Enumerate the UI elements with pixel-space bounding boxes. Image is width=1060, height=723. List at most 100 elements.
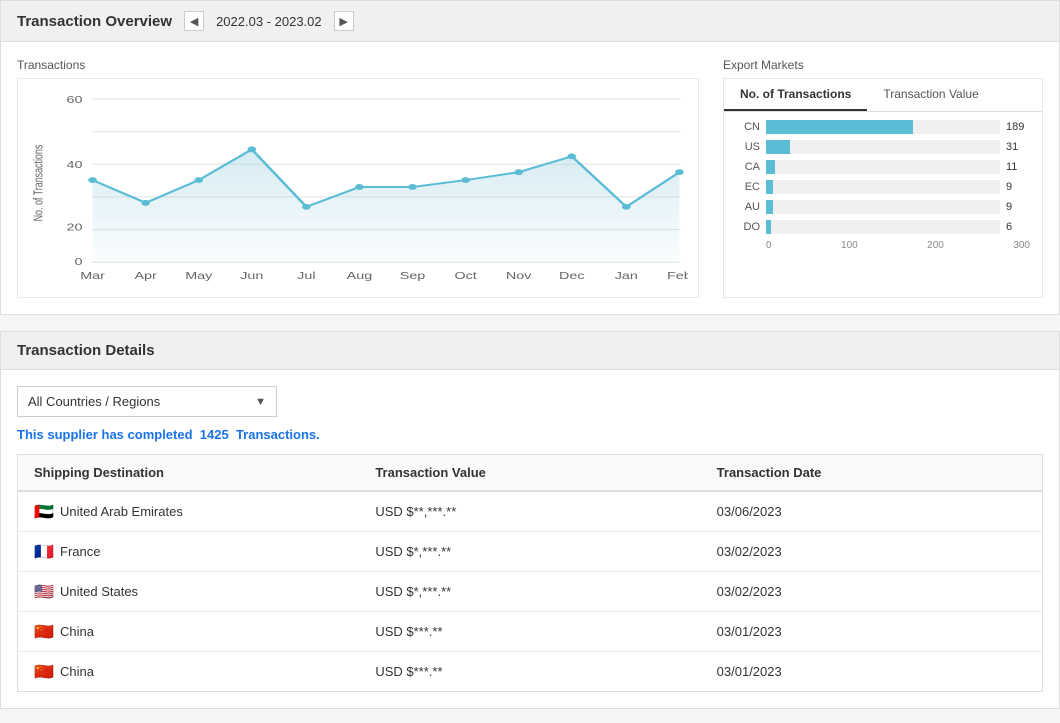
table-row: 🇨🇳 China USD $***.** 03/01/2023 [18, 612, 1042, 652]
table-header-row: Shipping Destination Transaction Value T… [18, 455, 1042, 492]
bar-row: US 31 [736, 140, 1030, 154]
table-cell-value: USD $*,***.** [359, 572, 700, 611]
table-row: 🇫🇷 France USD $*,***.** 03/02/2023 [18, 532, 1042, 572]
table-cell-destination: 🇨🇳 China [18, 612, 359, 651]
svg-text:Dec: Dec [559, 270, 584, 281]
bar-fill [766, 180, 773, 194]
supplier-info-prefix: This supplier has completed [17, 427, 193, 442]
bar-country-label: CN [736, 121, 760, 133]
col-header-date: Transaction Date [701, 455, 1042, 490]
table-cell-date: 03/06/2023 [701, 492, 1042, 531]
line-chart-svg: 60 40 20 0 No. of Transactions [28, 89, 688, 287]
export-markets-section: Export Markets No. of Transactions Trans… [723, 58, 1043, 298]
svg-text:Feb: Feb [667, 270, 688, 281]
bar-value: 9 [1006, 181, 1030, 193]
bar-fill [766, 200, 773, 214]
transaction-count: 1425 [200, 427, 229, 442]
bar-country-label: US [736, 141, 760, 153]
transactions-label: Transactions [17, 58, 699, 72]
svg-text:0: 0 [75, 256, 83, 267]
table-cell-date: 03/02/2023 [701, 532, 1042, 571]
svg-text:No. of Transactions: No. of Transactions [32, 144, 46, 221]
next-period-button[interactable]: ▶ [334, 11, 354, 31]
table-cell-value: USD $***.** [359, 652, 700, 691]
bar-track [766, 180, 1000, 194]
prev-period-button[interactable]: ◀ [184, 11, 204, 31]
date-range: 2022.03 - 2023.02 [216, 14, 322, 29]
bar-fill [766, 160, 775, 174]
destination-name: France [60, 544, 100, 559]
svg-text:Sep: Sep [400, 270, 426, 281]
destination-name: United Arab Emirates [60, 504, 183, 519]
section-title: Transaction Overview [17, 13, 172, 30]
svg-text:Nov: Nov [506, 270, 532, 281]
flag-icon: 🇺🇸 [34, 585, 54, 599]
bar-fill [766, 220, 771, 234]
col-header-destination: Shipping Destination [18, 455, 359, 490]
bar-track [766, 120, 1000, 134]
flag-icon: 🇦🇪 [34, 505, 54, 519]
table-cell-date: 03/01/2023 [701, 612, 1042, 651]
bar-value: 31 [1006, 141, 1030, 153]
svg-text:Jan: Jan [615, 270, 638, 281]
svg-text:Aug: Aug [347, 270, 373, 281]
bar-track [766, 200, 1000, 214]
table-row: 🇺🇸 United States USD $*,***.** 03/02/202… [18, 572, 1042, 612]
tab-no-transactions[interactable]: No. of Transactions [724, 79, 867, 111]
bar-row: CN 189 [736, 120, 1030, 134]
country-region-dropdown[interactable]: All Countries / Regions ▼ [17, 386, 277, 417]
table-row: 🇨🇳 China USD $***.** 03/01/2023 [18, 652, 1042, 691]
dropdown-wrapper: All Countries / Regions ▼ [17, 386, 1043, 417]
table-cell-destination: 🇫🇷 France [18, 532, 359, 571]
details-title: Transaction Details [17, 342, 155, 359]
transactions-chart-container: 60 40 20 0 No. of Transactions [17, 78, 699, 298]
bar-country-label: EC [736, 181, 760, 193]
export-tabs: No. of Transactions Transaction Value [724, 79, 1042, 112]
table-cell-destination: 🇺🇸 United States [18, 572, 359, 611]
table-cell-value: USD $***.** [359, 612, 700, 651]
destination-name: China [60, 624, 94, 639]
transactions-chart-section: Transactions 60 40 20 0 No. of Transacti… [17, 58, 699, 298]
bar-track [766, 220, 1000, 234]
details-body: All Countries / Regions ▼ This supplier … [0, 370, 1060, 709]
bar-row: DO 6 [736, 220, 1030, 234]
export-markets-label: Export Markets [723, 58, 1043, 72]
table-cell-destination: 🇨🇳 China [18, 652, 359, 691]
dropdown-arrow-icon: ▼ [255, 396, 266, 408]
bar-fill [766, 120, 913, 134]
bar-chart-area: CN 189 US 31 CA 11 EC 9 AU 9 DO 6 [724, 112, 1042, 292]
bar-track [766, 140, 1000, 154]
svg-text:40: 40 [67, 159, 83, 170]
svg-text:Jul: Jul [297, 270, 315, 281]
destination-name: United States [60, 584, 138, 599]
table-cell-destination: 🇦🇪 United Arab Emirates [18, 492, 359, 531]
supplier-info: This supplier has completed 1425 Transac… [17, 427, 1043, 442]
svg-text:May: May [185, 270, 213, 281]
table-cell-value: USD $**,***.** [359, 492, 700, 531]
bar-row: AU 9 [736, 200, 1030, 214]
col-header-value: Transaction Value [359, 455, 700, 490]
table-rows-container: 🇦🇪 United Arab Emirates USD $**,***.** 0… [18, 492, 1042, 691]
bar-value: 189 [1006, 121, 1030, 133]
export-markets-container: No. of Transactions Transaction Value CN… [723, 78, 1043, 298]
flag-icon: 🇨🇳 [34, 625, 54, 639]
bar-track [766, 160, 1000, 174]
tab-transaction-value[interactable]: Transaction Value [867, 79, 994, 111]
bar-row: CA 11 [736, 160, 1030, 174]
bar-country-label: CA [736, 161, 760, 173]
bar-country-label: DO [736, 221, 760, 233]
flag-icon: 🇨🇳 [34, 665, 54, 679]
svg-text:Jun: Jun [240, 270, 263, 281]
flag-icon: 🇫🇷 [34, 545, 54, 559]
svg-text:20: 20 [67, 222, 83, 233]
table-cell-date: 03/01/2023 [701, 652, 1042, 691]
transaction-table: Shipping Destination Transaction Value T… [17, 454, 1043, 692]
table-cell-date: 03/02/2023 [701, 572, 1042, 611]
svg-text:Mar: Mar [80, 270, 105, 281]
dropdown-label: All Countries / Regions [28, 394, 160, 409]
bar-row: EC 9 [736, 180, 1030, 194]
bar-fill [766, 140, 790, 154]
bar-rows-container: CN 189 US 31 CA 11 EC 9 AU 9 DO 6 [736, 120, 1030, 234]
bar-value: 11 [1006, 161, 1030, 173]
table-row: 🇦🇪 United Arab Emirates USD $**,***.** 0… [18, 492, 1042, 532]
